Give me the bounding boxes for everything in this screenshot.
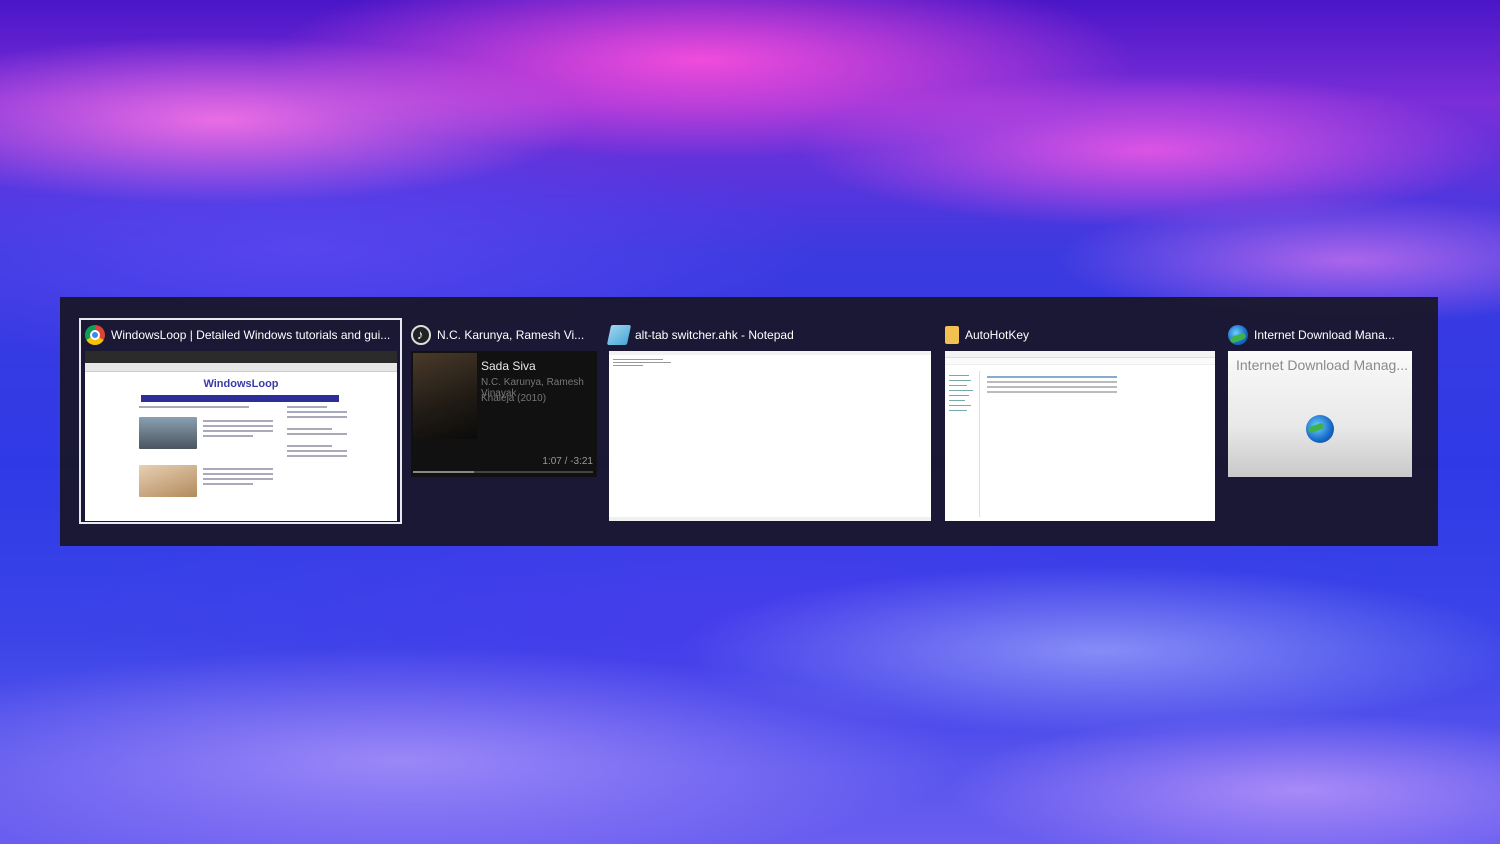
playback-progress-bar [413,471,593,473]
window-title-bar: WindowsLoop | Detailed Windows tutorials… [85,319,390,351]
idm-logo-icon [1306,415,1334,443]
song-album: Khaleja (2010) [481,393,547,404]
sidebar-links [287,403,347,460]
browser-urlbar [85,363,397,372]
article-thumbnail-image [139,465,197,497]
album-art-image [413,353,477,439]
window-title: AutoHotKey [965,328,1030,342]
chrome-icon [85,325,105,345]
article-list [139,403,275,497]
playback-time: 1:07 / -3:21 [542,456,593,467]
idm-icon [1228,325,1248,345]
window-title-bar: AutoHotKey [945,319,1029,351]
thumbnail-title: Internet Download Manag... [1236,357,1408,373]
switcher-item-internet-download-manager[interactable]: Internet Download Mana... Internet Downl… [1228,319,1412,479]
navigation-pane [947,371,980,517]
playback-progress-fill [413,471,475,473]
switcher-item-notepad[interactable]: alt-tab switcher.ahk - Notepad [606,319,931,521]
file-list [987,373,1117,396]
window-title: Internet Download Mana... [1254,328,1395,342]
site-nav [141,395,339,402]
window-title-bar: N.C. Karunya, Ramesh Vi... [411,319,584,351]
music-player-icon [411,325,431,345]
window-title: N.C. Karunya, Ramesh Vi... [437,328,585,342]
switcher-item-music-player[interactable]: N.C. Karunya, Ramesh Vi... Sada Siva N.C… [411,319,597,479]
window-thumbnail: Sada Siva N.C. Karunya, Ramesh Vinayak K… [411,351,597,477]
window-thumbnail: WindowsLoop [85,351,397,521]
article-thumbnail-image [139,417,197,449]
browser-tabbar [85,351,397,363]
window-title: WindowsLoop | Detailed Windows tutorials… [111,328,391,342]
window-title-bar: Internet Download Mana... [1228,319,1395,351]
window-thumbnail [945,351,1215,521]
song-title: Sada Siva [481,359,536,373]
site-logo: WindowsLoop [203,378,279,390]
notepad-icon [606,325,632,345]
folder-icon [945,326,959,344]
switcher-item-file-explorer[interactable]: AutoHotKey [945,319,1215,521]
window-title: alt-tab switcher.ahk - Notepad [635,328,794,342]
switcher-item-chrome[interactable]: WindowsLoop | Detailed Windows tutorials… [85,319,397,521]
window-thumbnail [609,351,931,521]
window-title-bar: alt-tab switcher.ahk - Notepad [606,319,794,351]
window-thumbnail: Internet Download Manag... [1228,351,1412,477]
